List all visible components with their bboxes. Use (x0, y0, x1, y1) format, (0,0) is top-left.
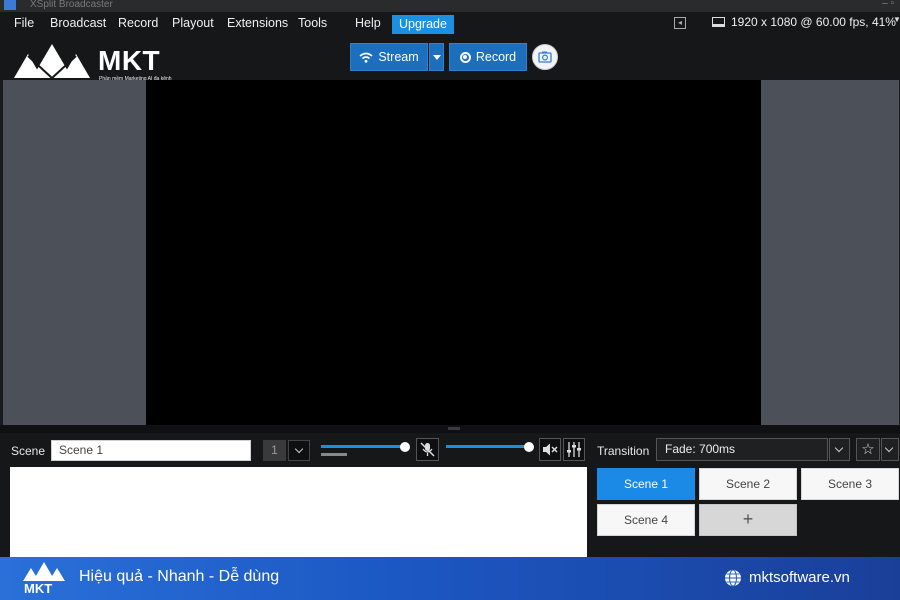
caret-down-icon[interactable]: ▼ (893, 15, 900, 24)
record-icon (459, 51, 471, 63)
record-button[interactable]: Record (449, 43, 527, 71)
star-icon: ☆ (861, 441, 875, 458)
title-bar: XSplit Broadcaster – ▫ (0, 0, 900, 12)
volume-slider-track[interactable] (321, 445, 405, 448)
stage-area (0, 80, 900, 425)
bottom-panel: Scene Scene 1 1 Transition Fade: 700ms ☆… (0, 433, 900, 557)
stream-button[interactable]: Stream (350, 43, 428, 71)
stage-preview[interactable] (146, 80, 761, 425)
menu-help[interactable]: Help (355, 16, 381, 30)
mic-muted-icon (420, 442, 435, 457)
scene-name-input[interactable]: Scene 1 (51, 440, 251, 461)
scene-label: Scene (11, 444, 46, 458)
resolution-status[interactable]: 1920 x 1080 @ 60.00 fps, 41% (731, 15, 896, 29)
menu-extensions[interactable]: Extensions (227, 16, 288, 30)
stage-margin-right (761, 80, 899, 425)
stream-dropdown-button[interactable] (429, 43, 444, 71)
footer-logo-text: MKT (24, 581, 53, 596)
scene-button-2[interactable]: Scene 2 (699, 468, 797, 500)
menu-bar: File Broadcast Record Playout Extensions… (0, 12, 900, 36)
upgrade-button[interactable]: Upgrade (392, 15, 454, 34)
volume-slider-handle[interactable] (400, 442, 410, 452)
toolbar: MKT Phần mềm Marketing AI đa kênh Stream… (0, 36, 900, 82)
wifi-icon (359, 52, 373, 63)
footer-tagline: Hiệu quả - Nhanh - Dễ dùng (79, 568, 280, 585)
chevron-down-icon (884, 443, 894, 453)
footer-website-link[interactable]: mktsoftware.vn (749, 569, 850, 586)
splitter-grip[interactable] (448, 427, 460, 430)
camera-icon (538, 51, 552, 63)
record-label: Record (475, 50, 517, 64)
brand-footer: MKT Hiệu quả - Nhanh - Dễ dùng mktsoftwa… (0, 557, 900, 600)
scene-button-1[interactable]: Scene 1 (597, 468, 695, 500)
globe-icon (725, 569, 741, 587)
app-icon (4, 0, 16, 10)
transition-select[interactable]: Fade: 700ms (656, 438, 828, 461)
favorite-transition-button[interactable]: ☆ (856, 438, 880, 461)
speaker-mute-button[interactable] (539, 438, 561, 461)
scene-button-3[interactable]: Scene 3 (801, 468, 899, 500)
scene-number: 1 (263, 440, 286, 461)
menu-playout[interactable]: Playout (172, 16, 214, 30)
pin-icon[interactable]: ◂ (674, 17, 686, 29)
logo-text: MKT (98, 45, 161, 76)
favorite-dropdown-button[interactable] (881, 438, 899, 461)
transition-label: Transition (597, 444, 650, 458)
mic-mute-button[interactable] (416, 438, 439, 461)
menu-file[interactable]: File (14, 16, 34, 30)
screenshot-button[interactable] (532, 44, 558, 70)
system-volume-slider-track[interactable] (446, 445, 530, 448)
mixer-icon (567, 442, 581, 457)
mkt-logo-icon (14, 44, 90, 80)
stage-margin-left (3, 80, 146, 425)
system-volume-slider-handle[interactable] (524, 442, 534, 452)
scene-button-4[interactable]: Scene 4 (597, 504, 695, 536)
stream-label: Stream (378, 50, 419, 64)
menu-broadcast[interactable]: Broadcast (50, 16, 106, 30)
menu-tools[interactable]: Tools (298, 16, 327, 30)
mkt-logo: MKT Phần mềm Marketing AI đa kênh (12, 42, 182, 82)
monitor-icon (712, 17, 725, 27)
transition-dropdown-button[interactable] (829, 438, 850, 461)
chevron-down-icon (834, 443, 844, 453)
speaker-muted-icon (543, 443, 558, 456)
scene-number-dropdown[interactable] (288, 440, 310, 461)
window-title: XSplit Broadcaster (30, 0, 113, 10)
footer-logo: MKT (22, 560, 66, 598)
sources-list[interactable] (10, 467, 587, 557)
audio-mixer-button[interactable] (563, 438, 585, 461)
panel-splitter[interactable] (0, 425, 900, 433)
window-controls[interactable]: – ▫ (882, 0, 894, 9)
mkt-logo-icon (23, 562, 65, 581)
audio-level-meter (321, 453, 347, 456)
chevron-down-icon (294, 444, 304, 454)
add-scene-button[interactable]: + (699, 504, 797, 536)
menu-record[interactable]: Record (118, 16, 158, 30)
